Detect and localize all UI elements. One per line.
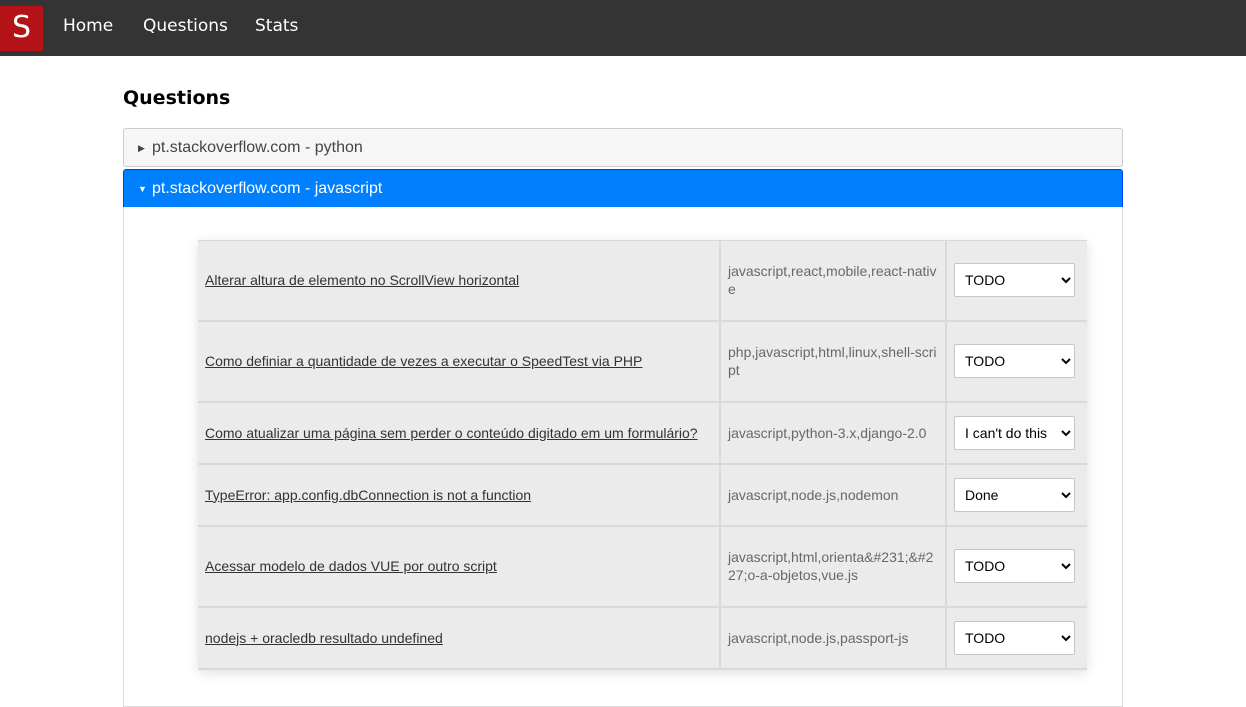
page-title: Questions bbox=[123, 87, 231, 109]
question-row: nodejs + oracledb resultado undefined jav… bbox=[198, 606, 1087, 670]
top-navbar: S Home Questions Stats bbox=[0, 0, 1246, 56]
accordion-header-python[interactable]: ▶ pt.stackoverflow.com - python bbox=[123, 128, 1123, 167]
question-status-cell: TODOI can't do thisDone bbox=[945, 525, 1087, 608]
accordion-header-label: pt.stackoverflow.com - python bbox=[152, 139, 363, 156]
question-title-link[interactable]: nodejs + oracledb resultado undefined bbox=[205, 630, 443, 646]
status-select[interactable]: TODOI can't do thisDone bbox=[954, 477, 1075, 512]
nav-home-link[interactable]: Home bbox=[63, 15, 113, 37]
accordion-header-javascript[interactable]: ▼ pt.stackoverflow.com - javascript bbox=[123, 169, 1123, 208]
questions-table: Alterar altura de elemento no ScrollView… bbox=[198, 240, 1087, 670]
question-status-cell: TODOI can't do thisDone bbox=[945, 606, 1087, 670]
caret-down-icon: ▼ bbox=[138, 184, 147, 194]
nav-stats-link[interactable]: Stats bbox=[255, 15, 298, 37]
question-row: Alterar altura de elemento no ScrollView… bbox=[198, 240, 1087, 322]
caret-right-icon: ▶ bbox=[138, 143, 145, 153]
question-status-cell: TODOI can't do thisDone bbox=[945, 401, 1087, 465]
accordion-header-label: pt.stackoverflow.com - javascript bbox=[152, 180, 383, 197]
question-row: Acessar modelo de dados VUE por outro sc… bbox=[198, 525, 1087, 608]
question-title-cell: Como atualizar uma página sem perder o c… bbox=[198, 401, 721, 465]
question-title-cell: Alterar altura de elemento no ScrollView… bbox=[198, 240, 721, 322]
question-title-link[interactable]: TypeError: app.config.dbConnection is no… bbox=[205, 487, 531, 503]
question-status-cell: TODOI can't do thisDone bbox=[945, 320, 1087, 403]
question-row: Como definiar a quantidade de vezes a ex… bbox=[198, 320, 1087, 403]
question-title-cell: Como definiar a quantidade de vezes a ex… bbox=[198, 320, 721, 403]
status-select[interactable]: TODOI can't do thisDone bbox=[954, 415, 1075, 450]
status-select[interactable]: TODOI can't do thisDone bbox=[954, 263, 1075, 298]
question-status-cell: TODOI can't do thisDone bbox=[945, 463, 1087, 527]
site-logo[interactable]: S bbox=[0, 6, 43, 51]
question-tags: javascript,node.js,nodemon bbox=[719, 463, 947, 527]
question-title-link[interactable]: Acessar modelo de dados VUE por outro sc… bbox=[205, 558, 497, 574]
status-select[interactable]: TODOI can't do thisDone bbox=[954, 549, 1075, 583]
status-select[interactable]: TODOI can't do thisDone bbox=[954, 344, 1075, 378]
question-tags: javascript,node.js,passport-js bbox=[719, 606, 947, 670]
question-title-link[interactable]: Como definiar a quantidade de vezes a ex… bbox=[205, 353, 642, 369]
question-title-link[interactable]: Alterar altura de elemento no ScrollView… bbox=[205, 272, 519, 288]
question-tags: javascript,react,mobile,react-native bbox=[719, 240, 947, 322]
question-title-link[interactable]: Como atualizar uma página sem perder o c… bbox=[205, 425, 698, 441]
question-tags: javascript,python-3.x,django-2.0 bbox=[719, 401, 947, 465]
question-row: Como atualizar uma página sem perder o c… bbox=[198, 401, 1087, 465]
question-tags: php,javascript,html,linux,shell-script bbox=[719, 320, 947, 403]
question-row: TypeError: app.config.dbConnection is no… bbox=[198, 463, 1087, 527]
nav-questions-link[interactable]: Questions bbox=[143, 15, 228, 37]
question-status-cell: TODOI can't do thisDone bbox=[945, 240, 1087, 322]
question-title-cell: TypeError: app.config.dbConnection is no… bbox=[198, 463, 721, 527]
status-select[interactable]: TODOI can't do thisDone bbox=[954, 620, 1075, 655]
question-title-cell: Acessar modelo de dados VUE por outro sc… bbox=[198, 525, 721, 608]
question-tags: javascript,html,orienta&#231;&#227;o-a-o… bbox=[719, 525, 947, 608]
question-title-cell: nodejs + oracledb resultado undefined bbox=[198, 606, 721, 670]
